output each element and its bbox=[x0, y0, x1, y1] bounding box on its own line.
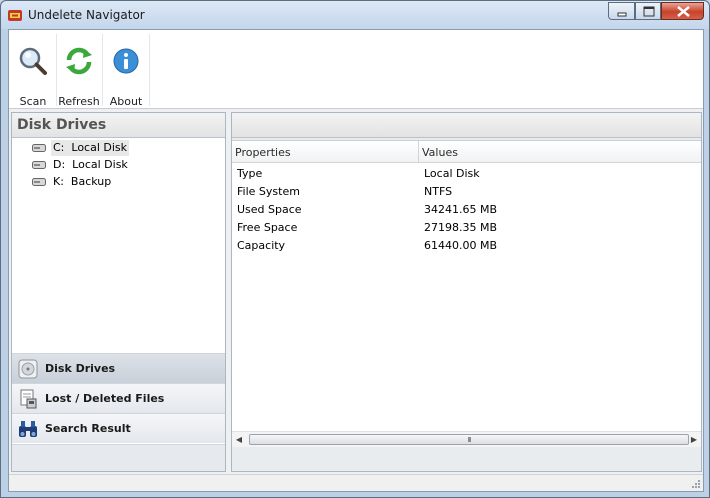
list-header: Properties Values bbox=[232, 141, 701, 163]
property-name: Capacity bbox=[237, 239, 286, 252]
client-area: Scan Refresh About Disk Drives C: Local … bbox=[8, 29, 704, 492]
about-button[interactable]: About bbox=[104, 30, 148, 108]
left-pane-footer bbox=[12, 444, 225, 471]
drive-label: K: Backup bbox=[53, 175, 112, 188]
minimize-button[interactable] bbox=[608, 2, 635, 20]
resize-grip-icon[interactable] bbox=[690, 478, 701, 489]
drive-item-k[interactable]: K: Backup bbox=[32, 174, 111, 190]
property-value: 61440.00 MB bbox=[424, 239, 498, 252]
binoculars-icon bbox=[19, 421, 37, 437]
close-icon bbox=[677, 6, 690, 17]
drive-tree: C: Local Disk D: Local Disk K: Backup bbox=[12, 140, 225, 352]
property-value: Local Disk bbox=[424, 167, 480, 180]
deleted-files-icon bbox=[20, 389, 37, 409]
status-bar bbox=[9, 474, 703, 491]
property-name: Used Space bbox=[237, 203, 302, 216]
drive-label: C: Local Disk bbox=[51, 140, 130, 156]
scroll-grip: III bbox=[467, 436, 471, 444]
horizontal-scrollbar[interactable]: ◀ III ▶ bbox=[232, 431, 701, 447]
column-divider[interactable] bbox=[418, 141, 419, 163]
app-window: Undelete Navigator Scan Refresh About Di… bbox=[0, 0, 710, 498]
disk-drive-icon bbox=[18, 359, 38, 379]
list-row[interactable]: File System NTFS bbox=[232, 183, 701, 201]
list-row[interactable]: Used Space 34241.65 MB bbox=[232, 201, 701, 219]
scan-label: Scan bbox=[19, 95, 47, 108]
hard-drive-icon bbox=[32, 178, 46, 186]
property-name: Type bbox=[237, 167, 263, 180]
right-pane-header bbox=[232, 113, 701, 138]
app-logo-icon bbox=[8, 10, 22, 21]
nav-disk-drives[interactable]: Disk Drives bbox=[12, 353, 225, 383]
drive-item-c[interactable]: C: Local Disk bbox=[32, 140, 130, 156]
nav-label: Lost / Deleted Files bbox=[45, 392, 165, 405]
refresh-icon bbox=[66, 47, 92, 75]
left-pane: Disk Drives C: Local Disk D: Local Disk … bbox=[11, 112, 226, 472]
window-title: Undelete Navigator bbox=[28, 8, 145, 22]
list-row[interactable]: Type Local Disk bbox=[232, 165, 701, 183]
title-bar[interactable]: Undelete Navigator bbox=[1, 1, 709, 29]
nav-label: Disk Drives bbox=[45, 362, 116, 375]
info-icon bbox=[113, 48, 139, 74]
drive-label: D: Local Disk bbox=[53, 158, 128, 171]
maximize-button[interactable] bbox=[635, 2, 661, 20]
list-row[interactable]: Free Space 27198.35 MB bbox=[232, 219, 701, 237]
nav-search-result[interactable]: Search Result bbox=[12, 413, 225, 443]
property-name: Free Space bbox=[237, 221, 298, 234]
property-value: 27198.35 MB bbox=[424, 221, 498, 234]
magnifier-icon bbox=[19, 47, 47, 75]
left-pane-header: Disk Drives bbox=[12, 113, 225, 138]
nav-lost-deleted-files[interactable]: Lost / Deleted Files bbox=[12, 383, 225, 413]
nav-label: Search Result bbox=[45, 422, 131, 435]
column-header-values[interactable]: Values bbox=[422, 146, 458, 159]
left-pane-title: Disk Drives bbox=[17, 117, 107, 133]
maximize-icon bbox=[643, 6, 655, 17]
hard-drive-icon bbox=[32, 161, 46, 169]
scroll-right-icon[interactable]: ▶ bbox=[689, 435, 699, 445]
scroll-left-icon[interactable]: ◀ bbox=[234, 435, 244, 445]
property-name: File System bbox=[237, 185, 300, 198]
toolbar: Scan Refresh About bbox=[9, 30, 703, 109]
close-button[interactable] bbox=[661, 2, 704, 20]
toolbar-divider bbox=[149, 34, 150, 106]
scroll-thumb[interactable]: III bbox=[249, 434, 689, 445]
refresh-button[interactable]: Refresh bbox=[57, 30, 101, 108]
property-value: NTFS bbox=[424, 185, 453, 198]
about-label: About bbox=[109, 95, 143, 108]
list-row[interactable]: Capacity 61440.00 MB bbox=[232, 237, 701, 255]
right-pane: Properties Values Type Local Disk File S… bbox=[231, 112, 702, 472]
column-header-properties[interactable]: Properties bbox=[235, 146, 291, 159]
property-value: 34241.65 MB bbox=[424, 203, 498, 216]
properties-list: Properties Values Type Local Disk File S… bbox=[232, 140, 701, 447]
minimize-icon bbox=[617, 12, 627, 17]
toolbar-divider bbox=[102, 34, 103, 106]
refresh-label: Refresh bbox=[58, 95, 100, 108]
scan-button[interactable]: Scan bbox=[11, 30, 55, 108]
drive-item-d[interactable]: D: Local Disk bbox=[32, 157, 128, 173]
hard-drive-icon bbox=[32, 144, 46, 152]
